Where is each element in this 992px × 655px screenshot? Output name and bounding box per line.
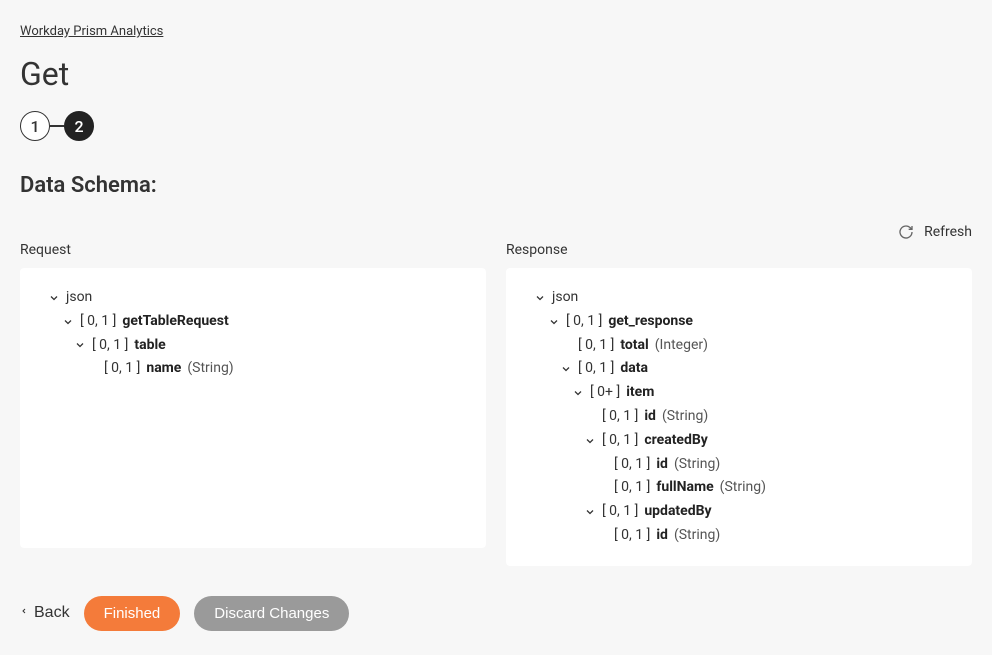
tree-node-updatedBy-id[interactable]: [ 0, 1 ] id (String): [520, 524, 958, 548]
chevron-down-icon[interactable]: [62, 316, 74, 328]
refresh-button[interactable]: Refresh: [924, 224, 972, 240]
tree-node-item[interactable]: [ 0+ ] item: [520, 381, 958, 405]
tree-node-fullName[interactable]: [ 0, 1 ] fullName (String): [520, 476, 958, 500]
chevron-down-icon[interactable]: [548, 316, 560, 328]
tree-node-getTableRequest[interactable]: [ 0, 1 ] getTableRequest: [34, 310, 472, 334]
response-panel: json [ 0, 1 ] get_response [ 0, 1 ] tota…: [506, 268, 972, 566]
chevron-down-icon[interactable]: [572, 387, 584, 399]
chevron-down-icon[interactable]: [74, 339, 86, 351]
section-title: Data Schema:: [20, 173, 972, 198]
tree-node-json[interactable]: json: [520, 286, 958, 310]
tree-node-get_response[interactable]: [ 0, 1 ] get_response: [520, 310, 958, 334]
tree-node-data[interactable]: [ 0, 1 ] data: [520, 357, 958, 381]
step-1[interactable]: 1: [20, 111, 50, 141]
chevron-down-icon[interactable]: [534, 292, 546, 304]
back-button[interactable]: Back: [20, 604, 70, 622]
request-heading: Request: [20, 242, 486, 258]
tree-node-json[interactable]: json: [34, 286, 472, 310]
tree-node-name[interactable]: [ 0, 1 ] name (String): [34, 357, 472, 381]
tree-node-table[interactable]: [ 0, 1 ] table: [34, 334, 472, 358]
tree-node-total[interactable]: [ 0, 1 ] total (Integer): [520, 334, 958, 358]
refresh-icon[interactable]: [898, 224, 914, 240]
discard-button[interactable]: Discard Changes: [194, 596, 349, 631]
tree-node-updatedBy[interactable]: [ 0, 1 ] updatedBy: [520, 500, 958, 524]
step-2[interactable]: 2: [64, 111, 94, 141]
breadcrumb-link[interactable]: Workday Prism Analytics: [20, 24, 163, 39]
chevron-down-icon[interactable]: [584, 435, 596, 447]
tree-node-createdBy[interactable]: [ 0, 1 ] createdBy: [520, 429, 958, 453]
stepper: 1 2: [20, 111, 972, 141]
tree-node-id[interactable]: [ 0, 1 ] id (String): [520, 405, 958, 429]
step-connector: [50, 125, 64, 127]
chevron-left-icon: [20, 604, 28, 622]
footer-bar: Back Finished Discard Changes: [20, 596, 972, 631]
request-panel: json [ 0, 1 ] getTableRequest [ 0, 1 ] t…: [20, 268, 486, 548]
page-title: Get: [20, 55, 972, 93]
chevron-down-icon[interactable]: [48, 292, 60, 304]
response-heading: Response: [506, 242, 972, 258]
chevron-down-icon[interactable]: [560, 363, 572, 375]
finished-button[interactable]: Finished: [84, 596, 181, 631]
tree-node-createdBy-id[interactable]: [ 0, 1 ] id (String): [520, 453, 958, 477]
chevron-down-icon[interactable]: [584, 506, 596, 518]
back-label: Back: [34, 604, 70, 622]
